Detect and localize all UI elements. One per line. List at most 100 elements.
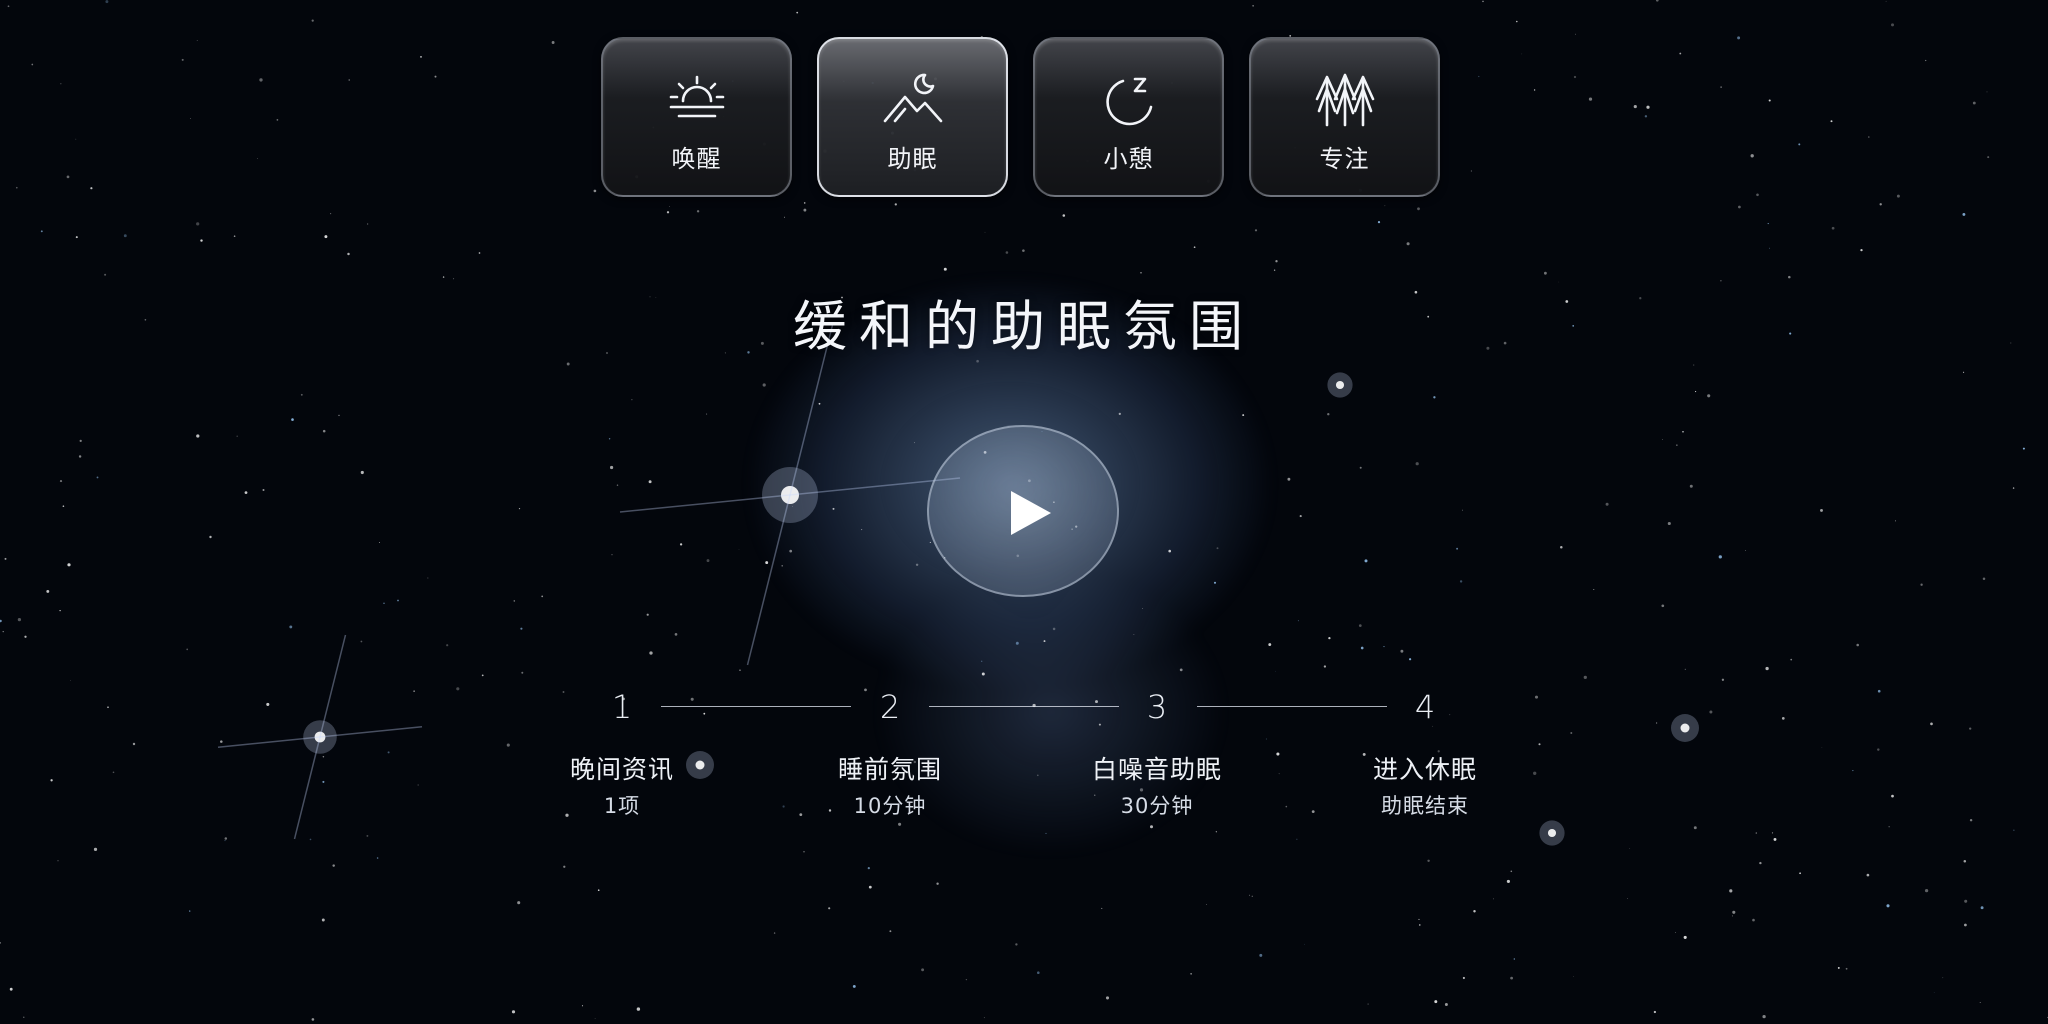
- star: [1830, 120, 1833, 123]
- mode-card-focus[interactable]: 专注: [1249, 37, 1440, 197]
- star: [1275, 670, 1276, 672]
- star: [984, 231, 986, 233]
- star: [1478, 75, 1480, 78]
- star: [0, 619, 2, 623]
- star: [518, 508, 521, 510]
- star: [521, 671, 524, 674]
- star: [196, 39, 198, 41]
- star: [397, 599, 399, 602]
- star: [511, 1010, 516, 1014]
- star: [1364, 559, 1368, 563]
- star: [434, 75, 437, 78]
- star: [1895, 520, 1896, 522]
- star: [236, 435, 238, 437]
- star: [209, 535, 212, 539]
- step-subtitle: 30分钟: [1120, 794, 1194, 818]
- star: [1962, 212, 1966, 216]
- star: [1860, 248, 1863, 252]
- star: [1216, 547, 1219, 550]
- star: [781, 565, 783, 567]
- star: [789, 549, 793, 553]
- star: [9, 987, 13, 991]
- star: [1168, 549, 1171, 553]
- star: [1769, 247, 1770, 249]
- star: [1738, 205, 1741, 209]
- star: [1644, 115, 1648, 118]
- star: [1473, 910, 1476, 913]
- star: [803, 202, 806, 204]
- star: [1573, 976, 1574, 977]
- star: [300, 393, 303, 396]
- flare-star: [1327, 372, 1353, 398]
- star: [190, 118, 191, 119]
- star: [104, 273, 107, 276]
- star: [1693, 364, 1695, 366]
- mode-card-wake[interactable]: 唤醒: [601, 37, 792, 197]
- star: [1627, 898, 1629, 900]
- star: [1762, 1014, 1766, 1019]
- star: [936, 882, 939, 885]
- star: [1653, 1010, 1657, 1014]
- flare-star: [619, 324, 961, 666]
- star: [1359, 466, 1362, 469]
- star: [965, 978, 968, 981]
- star: [1252, 5, 1254, 7]
- star: [517, 901, 521, 905]
- star: [453, 278, 455, 280]
- star: [594, 1018, 596, 1020]
- star: [1193, 246, 1196, 249]
- star: [360, 470, 364, 475]
- star: [1676, 444, 1678, 446]
- star: [1510, 870, 1513, 873]
- step-subtitle: 1项: [603, 794, 641, 818]
- star: [1206, 904, 1207, 905]
- star: [679, 543, 683, 546]
- star: [610, 465, 614, 470]
- star: [563, 865, 566, 868]
- star: [1765, 666, 1769, 671]
- star: [1384, 205, 1386, 207]
- sleep-steps-timeline: 1 2 3 4 晚间资讯 睡前氛围 白噪音助眠 进入休眠 1项 10分钟 30分…: [0, 680, 2048, 830]
- star: [1575, 33, 1576, 35]
- star: [1406, 242, 1410, 246]
- star: [1646, 105, 1650, 109]
- star: [23, 1016, 25, 1018]
- step-number: 2: [879, 688, 901, 726]
- star: [1718, 555, 1722, 559]
- star: [96, 476, 99, 479]
- step-title: 白噪音助眠: [1091, 755, 1222, 784]
- star: [1506, 879, 1510, 883]
- star: [1118, 412, 1121, 416]
- star: [1408, 658, 1412, 661]
- star: [1745, 550, 1746, 551]
- star: [123, 234, 127, 238]
- star: [649, 651, 653, 655]
- star: [1679, 52, 1682, 55]
- star: [1655, 0, 1659, 2]
- star: [24, 635, 27, 638]
- star: [224, 837, 228, 840]
- star: [1005, 251, 1009, 254]
- star: [478, 252, 481, 254]
- star: [189, 910, 191, 912]
- play-button[interactable]: [927, 425, 1119, 597]
- star: [1444, 1003, 1448, 1006]
- star: [1573, 75, 1577, 79]
- star: [1773, 837, 1777, 841]
- star: [1675, 932, 1676, 933]
- star: [1799, 872, 1801, 875]
- star: [1299, 515, 1302, 518]
- star: [706, 413, 708, 415]
- star: [1756, 193, 1759, 197]
- star: [1516, 20, 1518, 23]
- star: [244, 491, 248, 494]
- mode-card-sleep-aid[interactable]: 助眠: [817, 37, 1008, 197]
- star: [446, 644, 449, 647]
- star: [1684, 668, 1686, 671]
- star: [1141, 608, 1143, 609]
- mode-card-nap[interactable]: 小憩: [1033, 37, 1224, 197]
- star: [1837, 966, 1840, 969]
- star: [773, 932, 776, 934]
- star: [1588, 97, 1593, 101]
- star: [1661, 604, 1665, 608]
